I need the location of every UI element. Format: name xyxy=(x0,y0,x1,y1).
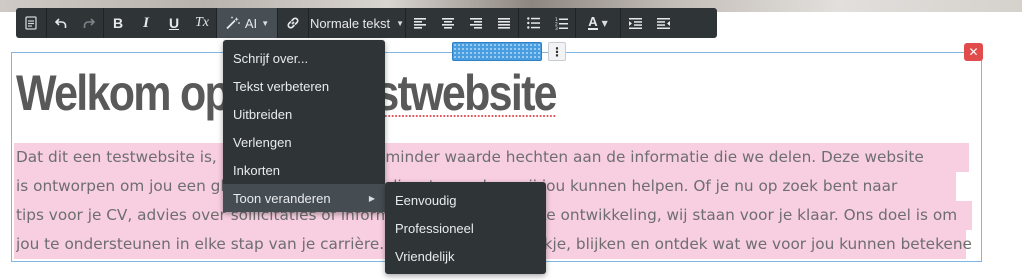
outdent-icon xyxy=(656,17,670,29)
menu-item-label: Verlengen xyxy=(233,134,292,150)
editor-toolbar: B I U Tx AI ▼ Normale tekst ▼ 1 2 3 A ▼ xyxy=(16,8,717,38)
text-color-icon: A xyxy=(588,14,598,30)
menu-item-friendly[interactable]: Vriendelijk xyxy=(385,242,546,270)
document-button[interactable] xyxy=(16,8,46,38)
tone-submenu: Eenvoudig Professioneel Vriendelijk xyxy=(385,182,546,274)
bold-icon: B xyxy=(112,15,124,31)
menu-item-write-about[interactable]: Schrijf over... xyxy=(223,44,385,72)
align-right-button[interactable] xyxy=(462,8,490,38)
menu-item-professional[interactable]: Professioneel xyxy=(385,214,546,242)
clear-format-button[interactable]: Tx xyxy=(188,8,216,38)
chevron-down-icon: ▼ xyxy=(396,18,405,28)
indent-icon xyxy=(628,17,642,29)
align-left-icon xyxy=(414,17,426,29)
svg-text:3: 3 xyxy=(555,26,558,30)
menu-item-label: Uitbreiden xyxy=(233,106,293,122)
indent-button[interactable] xyxy=(621,8,649,38)
ai-dropdown-menu: Schrijf over... Tekst verbeteren Uitbrei… xyxy=(223,40,385,212)
chevron-right-icon: ▶ xyxy=(368,193,375,203)
align-justify-icon xyxy=(498,17,510,29)
block-drag-handle[interactable] xyxy=(452,42,542,61)
link-button[interactable] xyxy=(278,8,308,38)
undo-icon xyxy=(55,17,67,29)
menu-item-label: Toon veranderen xyxy=(233,190,331,206)
menu-item-label: Vriendelijk xyxy=(395,248,455,264)
menu-item-simple[interactable]: Eenvoudig xyxy=(385,186,546,214)
underline-icon: U xyxy=(168,15,180,31)
chevron-down-icon: ▼ xyxy=(261,18,270,28)
menu-item-lengthen[interactable]: Verlengen xyxy=(223,128,385,156)
chevron-down-icon: ▼ xyxy=(601,18,608,28)
ai-label: AI xyxy=(244,15,258,31)
align-center-icon xyxy=(442,17,454,29)
link-icon xyxy=(286,16,300,30)
format-label: Normale tekst xyxy=(309,15,391,31)
align-center-button[interactable] xyxy=(434,8,462,38)
block-more-button[interactable]: ⋮ xyxy=(548,42,566,61)
menu-item-label: Schrijf over... xyxy=(233,50,309,66)
paragraph-line: Dat dit een testwebsite is, betekent nie… xyxy=(16,148,924,166)
menu-item-expand[interactable]: Uitbreiden xyxy=(223,100,385,128)
text-color-dropdown[interactable]: A ▼ xyxy=(576,8,620,38)
bullet-list-button[interactable] xyxy=(519,8,547,38)
redo-icon xyxy=(83,17,95,29)
block-close-button[interactable]: ✕ xyxy=(964,43,983,61)
bullet-list-icon xyxy=(526,17,540,29)
redo-button[interactable] xyxy=(75,8,103,38)
text-format-dropdown[interactable]: Normale tekst ▼ xyxy=(309,8,405,38)
outdent-button[interactable] xyxy=(649,8,677,38)
menu-item-label: Eenvoudig xyxy=(395,192,457,208)
menu-item-label: Inkorten xyxy=(233,162,280,178)
align-justify-button[interactable] xyxy=(490,8,518,38)
undo-button[interactable] xyxy=(47,8,75,38)
close-icon: ✕ xyxy=(968,45,979,59)
align-left-button[interactable] xyxy=(406,8,434,38)
menu-item-change-tone[interactable]: Toon veranderen ▶ xyxy=(223,184,385,212)
clear-format-icon: Tx xyxy=(195,15,209,30)
numbered-list-icon: 123 xyxy=(555,17,568,30)
menu-item-shorten[interactable]: Inkorten xyxy=(223,156,385,184)
menu-item-label: Tekst verbeteren xyxy=(233,78,330,94)
magic-wand-icon xyxy=(225,16,241,30)
underline-button[interactable]: U xyxy=(160,8,188,38)
page-title[interactable]: Welkom op onze testwebsite xyxy=(16,60,824,126)
italic-icon: I xyxy=(143,14,149,31)
menu-item-improve-text[interactable]: Tekst verbeteren xyxy=(223,72,385,100)
menu-item-label: Professioneel xyxy=(395,220,474,236)
ai-dropdown-button[interactable]: AI ▼ xyxy=(217,8,277,38)
align-right-icon xyxy=(470,17,482,29)
italic-button[interactable]: I xyxy=(132,8,160,38)
more-vertical-icon: ⋮ xyxy=(551,44,563,59)
document-icon xyxy=(25,16,37,30)
numbered-list-button[interactable]: 123 xyxy=(547,8,575,38)
bold-button[interactable]: B xyxy=(104,8,132,38)
